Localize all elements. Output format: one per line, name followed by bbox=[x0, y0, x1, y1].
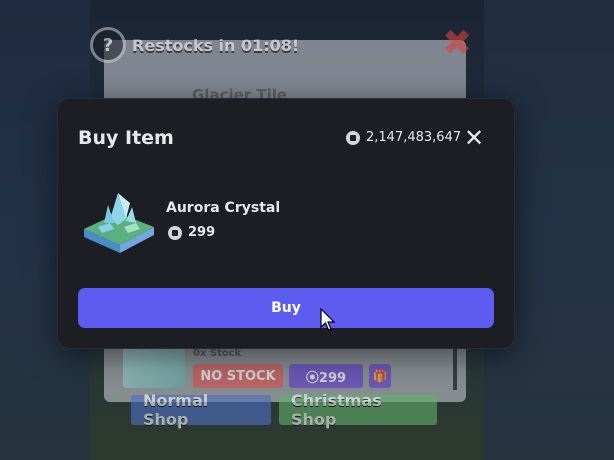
restock-indicator: ? Restocks in 01:08! bbox=[90, 27, 299, 63]
shop-item-thumbnail bbox=[123, 346, 185, 388]
robux-icon bbox=[346, 130, 360, 145]
tab-normal-shop[interactable]: Normal Shop bbox=[131, 391, 271, 429]
shop-close-icon[interactable]: ✖ bbox=[442, 26, 472, 62]
tab-christmas-shop[interactable]: Christmas Shop bbox=[279, 391, 437, 429]
robux-icon bbox=[168, 225, 182, 240]
no-stock-button[interactable]: NO STOCK bbox=[193, 364, 283, 388]
item-thumbnail bbox=[80, 183, 156, 259]
close-icon[interactable]: ✕ bbox=[462, 126, 486, 151]
price-button[interactable]: ⦿299 bbox=[289, 364, 363, 388]
gift-icon[interactable]: 🎁 bbox=[369, 364, 391, 388]
item-price: 299 bbox=[168, 225, 215, 240]
item-name: Aurora Crystal bbox=[166, 200, 281, 216]
mouse-cursor-icon bbox=[320, 308, 336, 331]
buy-item-dialog: Buy Item 2,147,483,647 ✕ Aurora Crystal … bbox=[57, 98, 515, 349]
balance-amount: 2,147,483,647 bbox=[366, 130, 462, 145]
shop-scrollbar[interactable] bbox=[453, 345, 457, 390]
restock-timer: Restocks in 01:08! bbox=[132, 35, 300, 55]
question-mark-icon[interactable]: ? bbox=[90, 27, 126, 63]
item-price-amount: 299 bbox=[188, 225, 216, 240]
buy-button[interactable]: Buy bbox=[78, 288, 494, 328]
aurora-crystal-image bbox=[84, 193, 154, 253]
stock-count: 0x Stock bbox=[193, 348, 242, 359]
balance-display: 2,147,483,647 bbox=[346, 130, 461, 145]
dialog-title: Buy Item bbox=[78, 127, 174, 149]
shop-tabs: Normal Shop Christmas Shop bbox=[131, 391, 437, 429]
